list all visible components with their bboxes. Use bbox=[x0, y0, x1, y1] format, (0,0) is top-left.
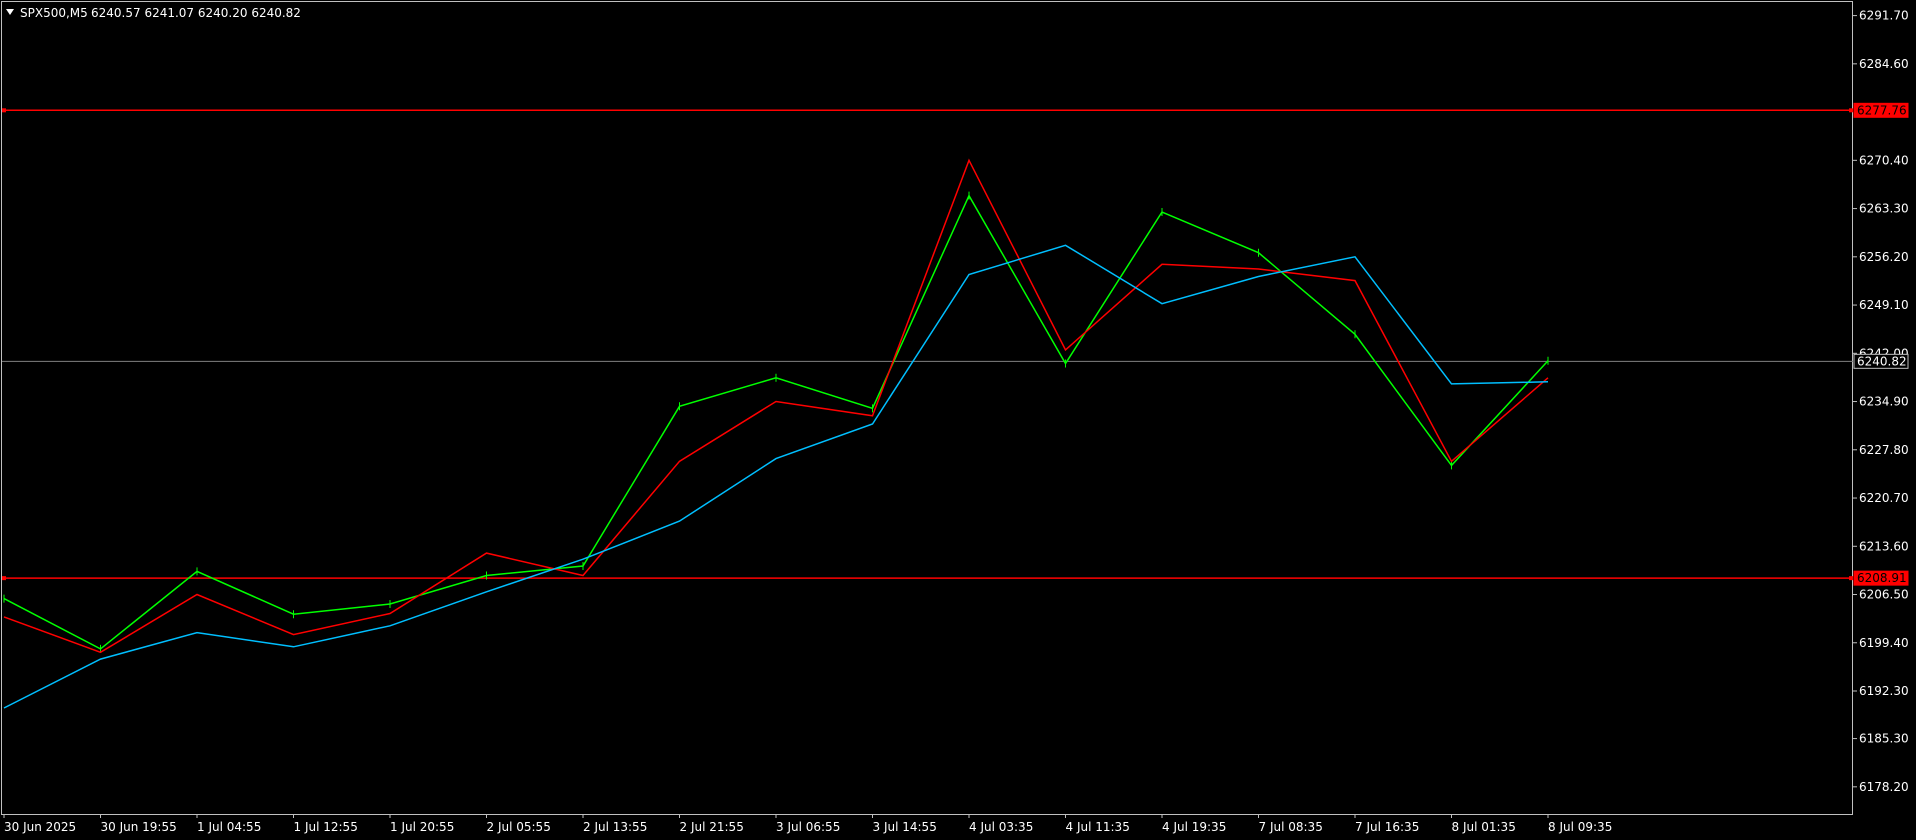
ohlc-values: 6240.57 6241.07 6240.20 6240.82 bbox=[91, 6, 301, 20]
price-tick-label: 6185.30 bbox=[1859, 732, 1909, 746]
time-tick-label: 4 Jul 03:35 bbox=[969, 820, 1033, 834]
current-price-tag-label: 6240.82 bbox=[1857, 354, 1907, 368]
time-tick-label: 30 Jun 19:55 bbox=[101, 820, 177, 834]
level-anchor-right[interactable] bbox=[1849, 576, 1853, 581]
time-tick-label: 4 Jul 11:35 bbox=[1066, 820, 1130, 834]
price-tick-label: 6213.60 bbox=[1859, 539, 1909, 553]
symbol-timeframe: SPX500,M5 bbox=[20, 6, 88, 20]
price-tick-label: 6220.70 bbox=[1859, 491, 1909, 505]
price-tick-label: 6199.40 bbox=[1859, 636, 1909, 650]
level-price-tag-label: 6208.91 bbox=[1857, 571, 1907, 585]
time-tick-label: 4 Jul 19:35 bbox=[1162, 820, 1226, 834]
price-tick-label: 6291.70 bbox=[1859, 9, 1909, 23]
level-price-tag-label: 6277.76 bbox=[1857, 103, 1907, 117]
price-tick-label: 6178.20 bbox=[1859, 780, 1909, 794]
time-tick-label: 1 Jul 04:55 bbox=[197, 820, 261, 834]
chart-window[interactable]: 6291.70 6284.60 6270.40 6263.30 6256.20 6249.… bbox=[0, 0, 1916, 840]
time-tick-label: 1 Jul 20:55 bbox=[390, 820, 454, 834]
level-anchor-left[interactable] bbox=[2, 576, 6, 581]
price-tick-label: 6227.80 bbox=[1859, 443, 1909, 457]
time-tick-label: 2 Jul 21:55 bbox=[680, 820, 744, 834]
level-anchor-right[interactable] bbox=[1849, 108, 1853, 113]
price-tick-label: 6256.20 bbox=[1859, 250, 1909, 264]
time-tick-label: 2 Jul 05:55 bbox=[487, 820, 551, 834]
level-anchor-left[interactable] bbox=[2, 108, 6, 113]
price-tick-label: 6270.40 bbox=[1859, 153, 1909, 167]
price-chart[interactable]: 6291.70 6284.60 6270.40 6263.30 6256.20 6249.… bbox=[0, 0, 1916, 840]
chart-header: SPX500,M5 6240.57 6241.07 6240.20 6240.8… bbox=[6, 6, 301, 20]
time-tick-label: 2 Jul 13:55 bbox=[583, 820, 647, 834]
price-tick-label: 6263.30 bbox=[1859, 202, 1909, 216]
price-tick-label: 6192.30 bbox=[1859, 684, 1909, 698]
price-tick-label: 6234.90 bbox=[1859, 395, 1909, 409]
time-tick-label: 3 Jul 14:55 bbox=[873, 820, 937, 834]
time-tick-label: 30 Jun 2025 bbox=[4, 820, 76, 834]
time-tick-label: 8 Jul 01:35 bbox=[1452, 820, 1516, 834]
chart-background bbox=[0, 0, 1916, 840]
time-tick-label: 7 Jul 16:35 bbox=[1355, 820, 1419, 834]
time-tick-label: 7 Jul 08:35 bbox=[1259, 820, 1323, 834]
time-tick-label: 3 Jul 06:55 bbox=[776, 820, 840, 834]
time-tick-label: 1 Jul 12:55 bbox=[294, 820, 358, 834]
time-tick-label: 8 Jul 09:35 bbox=[1548, 820, 1612, 834]
price-tick-label: 6206.50 bbox=[1859, 588, 1909, 602]
price-tick-label: 6249.10 bbox=[1859, 298, 1909, 312]
price-tick-label: 6284.60 bbox=[1859, 57, 1909, 71]
